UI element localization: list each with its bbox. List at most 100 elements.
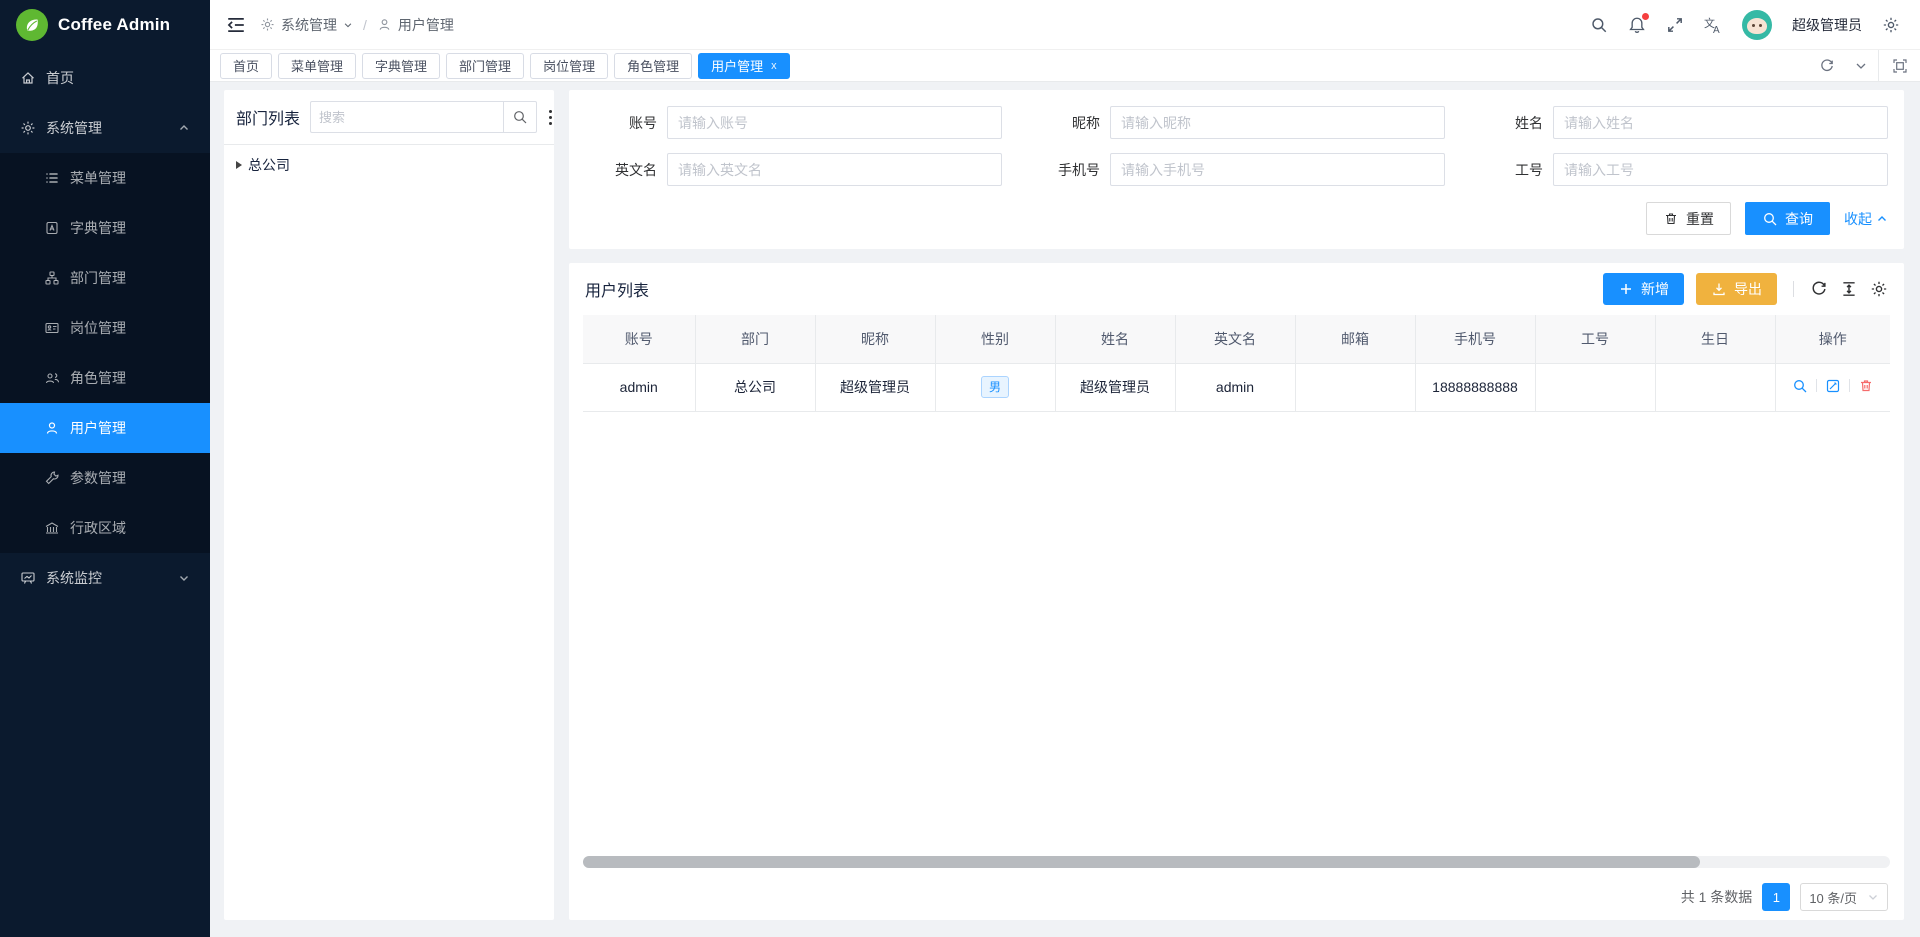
page-size-select[interactable]: 10 条/页 <box>1800 883 1888 911</box>
search-icon[interactable] <box>1590 16 1608 34</box>
search-icon <box>512 109 528 125</box>
tree-node-head-office[interactable]: 总公司 <box>236 155 542 175</box>
sidebar-item-home[interactable]: 首页 <box>0 53 210 103</box>
sidebar: Coffee Admin 首页 系统管理 菜单管理 字典管理 <box>0 0 210 937</box>
toolbar-divider <box>1793 281 1794 297</box>
column-settings-gear-icon[interactable] <box>1870 280 1888 298</box>
tree-node-label: 总公司 <box>248 155 290 175</box>
department-search-input[interactable] <box>310 101 503 133</box>
tree-expand-caret-icon[interactable] <box>236 161 242 169</box>
sidebar-item-system-mgmt[interactable]: 系统管理 <box>0 103 210 153</box>
department-search-button[interactable] <box>503 101 537 133</box>
content-area: 部门列表 总公司 <box>210 82 1920 937</box>
sidebar-item-dept-mgmt[interactable]: 部门管理 <box>0 253 210 303</box>
add-user-button[interactable]: 新增 <box>1603 273 1684 305</box>
sidebar-item-dict-mgmt[interactable]: 字典管理 <box>0 203 210 253</box>
settings-gear-icon[interactable] <box>1882 16 1900 34</box>
name-input[interactable] <box>1553 106 1888 139</box>
breadcrumb-page[interactable]: 用户管理 <box>398 15 454 35</box>
sidebar-item-label: 菜单管理 <box>70 168 190 188</box>
gear-icon <box>20 120 36 136</box>
reset-button[interactable]: 重置 <box>1646 202 1731 235</box>
gender-badge: 男 <box>981 376 1009 398</box>
kebab-menu-icon[interactable] <box>547 108 554 127</box>
export-button[interactable]: 导出 <box>1696 273 1777 305</box>
tab-user-mgmt[interactable]: 用户管理 x <box>698 53 790 79</box>
breadcrumb-section[interactable]: 系统管理 <box>281 15 337 35</box>
tab-role-mgmt[interactable]: 角色管理 <box>614 53 692 79</box>
sidebar-item-label: 行政区域 <box>70 518 190 538</box>
sidebar-item-post-mgmt[interactable]: 岗位管理 <box>0 303 210 353</box>
main-area: 系统管理 / 用户管理 文A <box>210 0 1920 937</box>
chevron-up-icon <box>1876 213 1888 225</box>
home-icon <box>20 70 36 86</box>
filter-field-job-no: 工号 <box>1471 153 1888 186</box>
translate-icon[interactable]: 文A <box>1704 16 1722 34</box>
page-1-button[interactable]: 1 <box>1762 883 1790 911</box>
notification-bell-icon[interactable] <box>1628 16 1646 34</box>
row-height-icon[interactable] <box>1840 280 1858 298</box>
search-button[interactable]: 查询 <box>1745 202 1830 235</box>
en-name-input[interactable] <box>667 153 1002 186</box>
chevron-up-icon <box>178 122 190 134</box>
department-panel-header: 部门列表 <box>224 90 554 145</box>
roles-icon <box>44 370 60 386</box>
tab-dict-mgmt[interactable]: 字典管理 <box>362 53 440 79</box>
filter-field-account: 账号 <box>585 106 1002 139</box>
user-icon <box>44 420 60 436</box>
right-column: 账号 昵称 姓名 英文名 <box>569 90 1904 920</box>
fullscreen-icon[interactable] <box>1666 16 1684 34</box>
maximize-icon[interactable] <box>1878 50 1920 81</box>
horizontal-scrollbar <box>583 856 1890 868</box>
col-phone: 手机号 <box>1415 315 1535 363</box>
total-count: 共 1 条数据 <box>1681 887 1753 907</box>
sidebar-item-system-monitor[interactable]: 系统监控 <box>0 553 210 603</box>
col-account: 账号 <box>583 315 695 363</box>
bank-icon <box>44 520 60 536</box>
sidebar-item-param-mgmt[interactable]: 参数管理 <box>0 453 210 503</box>
sidebar-item-user-mgmt[interactable]: 用户管理 <box>0 403 210 453</box>
phone-input[interactable] <box>1110 153 1445 186</box>
filter-field-en-name: 英文名 <box>585 153 1002 186</box>
tab-dept-mgmt[interactable]: 部门管理 <box>446 53 524 79</box>
sidebar-collapse-icon[interactable] <box>226 15 246 35</box>
cell-birthday <box>1655 363 1775 411</box>
view-icon[interactable] <box>1792 378 1808 394</box>
svg-text:A: A <box>1713 25 1720 34</box>
cell-job-no <box>1535 363 1655 411</box>
monitor-icon <box>20 570 36 586</box>
sidebar-item-label: 角色管理 <box>70 368 190 388</box>
plus-icon <box>1618 281 1634 297</box>
horizontal-scrollbar-thumb[interactable] <box>583 856 1700 868</box>
org-chart-icon <box>44 270 60 286</box>
collapse-filters-link[interactable]: 收起 <box>1844 209 1888 229</box>
delete-icon[interactable] <box>1858 378 1874 394</box>
clear-icon <box>1663 211 1679 227</box>
cell-dept: 总公司 <box>695 363 815 411</box>
cell-account: admin <box>583 363 695 411</box>
tab-close-icon[interactable]: x <box>771 60 777 72</box>
job-no-input[interactable] <box>1553 153 1888 186</box>
leaf-logo-icon <box>16 9 48 41</box>
department-panel: 部门列表 总公司 <box>224 90 554 920</box>
chevron-down-icon[interactable] <box>1844 50 1878 81</box>
department-tree: 总公司 <box>224 145 554 185</box>
cell-actions <box>1775 363 1890 411</box>
nickname-input[interactable] <box>1110 106 1445 139</box>
account-input[interactable] <box>667 106 1002 139</box>
breadcrumb: 系统管理 / 用户管理 <box>260 15 454 35</box>
breadcrumb-separator: / <box>363 17 367 33</box>
filter-actions: 重置 查询 收起 <box>585 202 1888 235</box>
tab-post-mgmt[interactable]: 岗位管理 <box>530 53 608 79</box>
edit-icon[interactable] <box>1825 378 1841 394</box>
tab-home[interactable]: 首页 <box>220 53 272 79</box>
dictionary-icon <box>44 220 60 236</box>
user-avatar[interactable] <box>1742 10 1772 40</box>
sidebar-item-menu-mgmt[interactable]: 菜单管理 <box>0 153 210 203</box>
sidebar-item-role-mgmt[interactable]: 角色管理 <box>0 353 210 403</box>
refresh-icon[interactable] <box>1810 280 1828 298</box>
refresh-icon[interactable] <box>1810 50 1844 81</box>
current-user-name[interactable]: 超级管理员 <box>1792 15 1862 35</box>
sidebar-item-region-mgmt[interactable]: 行政区域 <box>0 503 210 553</box>
tab-menu-mgmt[interactable]: 菜单管理 <box>278 53 356 79</box>
